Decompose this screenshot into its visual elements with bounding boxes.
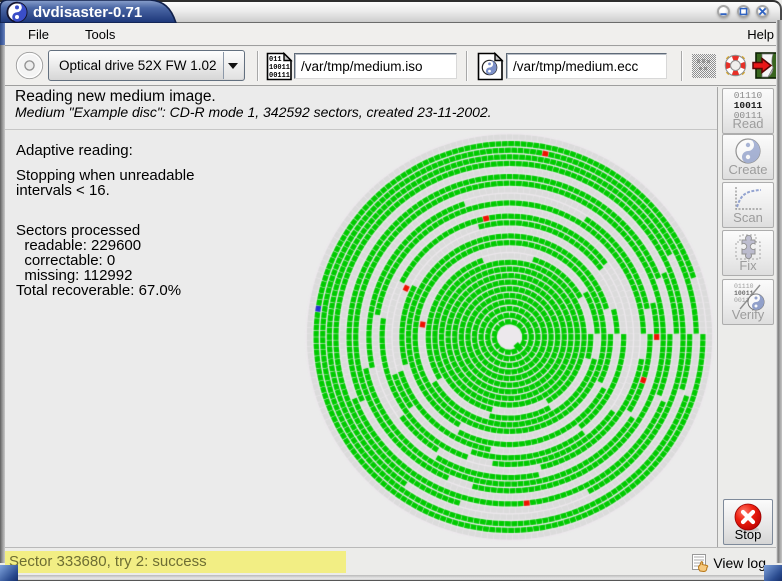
svg-text:011: 011 bbox=[269, 56, 282, 64]
svg-text:01110: 01110 bbox=[734, 283, 754, 290]
svg-text:10011: 10011 bbox=[269, 64, 290, 72]
svg-text:dvdisaster-0.71: dvdisaster-0.71 bbox=[33, 4, 142, 21]
svg-text:00111: 00111 bbox=[269, 72, 290, 80]
